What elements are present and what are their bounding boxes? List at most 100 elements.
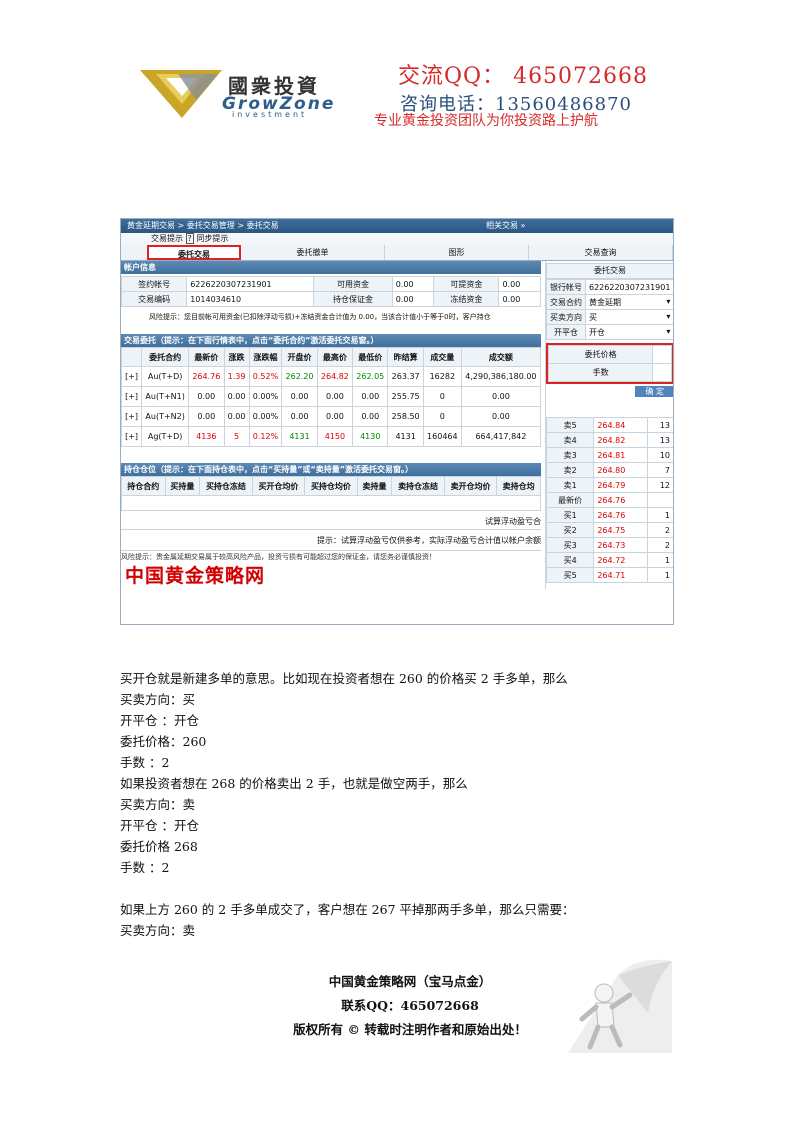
tab-cancel[interactable]: 委托撤单 bbox=[241, 245, 385, 260]
quote-label: 最新价 bbox=[545, 492, 595, 508]
market-cell[interactable]: Au(T+N2) bbox=[141, 406, 190, 427]
sync-link[interactable]: 同步提示 bbox=[196, 234, 228, 243]
logo-emblem-icon bbox=[140, 70, 222, 118]
quote-row: 卖1 264.79 12 bbox=[545, 477, 673, 493]
quote-volume: 1 bbox=[646, 552, 673, 568]
market-header-row: 委托合约 最新价 涨跌 涨跌幅 开盘价 最高价 最低价 昨结算 成交量 成交额 bbox=[121, 347, 542, 367]
label: 银行帐号 bbox=[546, 279, 586, 295]
value: 6226220307231901 bbox=[186, 276, 315, 292]
market-cell: 0.00 bbox=[281, 386, 318, 407]
column-header: 买持仓冻结 bbox=[199, 476, 253, 496]
market-cell: 0 bbox=[422, 386, 462, 407]
contact-qq: 交流QQ： 465072668 bbox=[398, 64, 649, 89]
market-row[interactable]: [+] Au(T+D) 264.76 1.39 0.52% 262.20 264.82 262… bbox=[121, 366, 542, 387]
label: 手数 bbox=[547, 363, 654, 382]
market-title: 交易委托（提示：在下面行情表中，点击“委托合约”激活委托交易窗。） bbox=[121, 334, 541, 347]
label: 委托价格 bbox=[547, 345, 654, 364]
market-cell[interactable]: Ag(T+D) bbox=[141, 426, 190, 447]
chevron-down-icon: ▾ bbox=[666, 326, 671, 336]
label: 可用资金 bbox=[313, 276, 393, 292]
quote-label: 卖1 bbox=[545, 477, 595, 493]
column-header: 卖持仓均 bbox=[496, 476, 541, 496]
expand-toggle[interactable]: [+] bbox=[121, 426, 143, 447]
market-cell: 4136 bbox=[188, 426, 225, 447]
expand-toggle[interactable]: [+] bbox=[121, 406, 143, 427]
confirm-button[interactable]: 确 定 bbox=[635, 386, 673, 397]
market-row[interactable]: [+] Au(T+N2) 0.00 0.00 0.00% 0.00 0.00 0.00 258.… bbox=[121, 406, 542, 427]
contract-select[interactable]: 黄金延期 ▾ bbox=[584, 294, 673, 310]
paragraph: 如果投资者想在 268 的价格卖出 2 手，也就是做空两手，那么 bbox=[120, 776, 468, 791]
column-header: 涨跌幅 bbox=[248, 347, 283, 367]
text-line: 手数 ：2 bbox=[120, 755, 170, 770]
pnl-tip: 提示：试算浮动盈亏仅供参考，实际浮动盈亏合计值以帐户余额 bbox=[317, 536, 541, 545]
market-cell: 1.39 bbox=[223, 366, 250, 387]
market-cell: 0.00 bbox=[352, 406, 389, 427]
trading-screenshot: 黄金延期交易 > 委托交易管理 > 委托交易 相关交易 » 交易提示 ? 同步提… bbox=[120, 218, 674, 625]
tips-link[interactable]: 交易提示 bbox=[151, 234, 183, 243]
position-table: 持仓合约 买持量 买持仓冻结 买开仓均价 买持仓均价 卖持量 卖持仓冻结 卖开仓均价 卖持仓均 bbox=[121, 476, 541, 511]
label: 交易编码 bbox=[121, 291, 188, 307]
column-header: 卖开仓均价 bbox=[443, 476, 498, 496]
order-form: 银行帐号 6226220307231901 交易合约 黄金延期 ▾ 买卖方向买 ▾ 开平… bbox=[546, 279, 673, 340]
market-cell: 0.00 bbox=[352, 386, 389, 407]
open-close-select[interactable]: 开仓 ▾ bbox=[584, 324, 673, 340]
label: 开平仓 bbox=[546, 324, 586, 340]
expand-toggle[interactable]: [+] bbox=[121, 366, 143, 387]
quote-volume: 10 bbox=[646, 447, 673, 463]
market-cell: 0.00 bbox=[188, 406, 225, 427]
column-header: 最高价 bbox=[316, 347, 354, 367]
quote-price: 264.79 bbox=[593, 477, 648, 493]
market-cell: 0.00% bbox=[248, 386, 283, 407]
market-row[interactable]: [+] Ag(T+D) 4136 5 0.12% 4131 4150 4130 4131 1604… bbox=[121, 426, 542, 447]
quote-price: 264.82 bbox=[593, 432, 648, 448]
value: 0.00 bbox=[391, 276, 435, 292]
logo-subtitle: investment bbox=[232, 110, 308, 119]
quote-price: 264.73 bbox=[593, 537, 648, 553]
logo: 國衆投資 GrowZone investment bbox=[136, 64, 374, 120]
footer-line: 联系QQ：465072668 bbox=[341, 998, 479, 1013]
tab-query[interactable]: 交易查询 bbox=[529, 245, 673, 260]
tab-entrust[interactable]: 委托交易 bbox=[147, 245, 241, 260]
column-header: 买开仓均价 bbox=[251, 476, 306, 496]
bank-account-field: 6226220307231901 bbox=[584, 279, 673, 295]
chevron-down-icon: ▾ bbox=[666, 296, 671, 306]
tab-chart[interactable]: 图形 bbox=[385, 245, 529, 260]
column-header: 买持仓均价 bbox=[304, 476, 358, 496]
qty-input[interactable] bbox=[652, 363, 672, 382]
label: 签约帐号 bbox=[121, 276, 188, 292]
quote-label: 卖2 bbox=[545, 462, 595, 478]
position-header-row: 持仓合约 买持量 买持仓冻结 买开仓均价 买持仓均价 卖持量 卖持仓冻结 卖开仓均价 卖持仓均 bbox=[121, 476, 541, 496]
market-cell: 0.00 bbox=[460, 406, 542, 427]
quote-volume bbox=[646, 492, 673, 508]
market-cell: 5 bbox=[223, 426, 250, 447]
quote-volume: 2 bbox=[646, 537, 673, 553]
market-cell: 0.00 bbox=[460, 386, 542, 407]
expand-toggle[interactable]: [+] bbox=[121, 386, 143, 407]
market-cell[interactable]: Au(T+D) bbox=[141, 366, 190, 387]
footer-line: 版权所有 © 转载时注明作者和原始出处！ bbox=[293, 1022, 527, 1037]
quote-table: 卖5 264.84 13 卖4 264.82 13 卖3 264.81 10 卖2 264.80 7 卖… bbox=[545, 417, 673, 583]
quote-label: 买5 bbox=[545, 567, 595, 583]
market-cell: 0 bbox=[422, 406, 462, 427]
market-cell: 258.50 bbox=[387, 406, 424, 427]
price-input[interactable] bbox=[652, 345, 672, 364]
quote-price: 264.76 bbox=[593, 507, 648, 523]
value: 0.00 bbox=[498, 276, 541, 292]
market-row[interactable]: [+] Au(T+N1) 0.00 0.00 0.00% 0.00 0.00 0.00 255.… bbox=[121, 386, 542, 407]
quote-volume: 2 bbox=[646, 522, 673, 538]
direction-select[interactable]: 买 ▾ bbox=[584, 309, 673, 325]
column-header: 成交额 bbox=[460, 347, 542, 367]
quote-label: 买4 bbox=[545, 552, 595, 568]
pnl-note: 试算浮动盈亏合 bbox=[121, 515, 541, 530]
quote-row: 卖3 264.81 10 bbox=[545, 447, 673, 463]
text-line: 买卖方向：卖 bbox=[120, 797, 196, 812]
quote-row: 卖4 264.82 13 bbox=[545, 432, 673, 448]
market-cell: 264.82 bbox=[316, 366, 354, 387]
market-cell[interactable]: Au(T+N1) bbox=[141, 386, 190, 407]
market-cell: 4130 bbox=[352, 426, 389, 447]
risk-footer: 风险提示：贵金属延期交易属于较高风险产品，投资亏损有可能超过您的保证金，请您务必… bbox=[121, 550, 541, 563]
related-link[interactable]: 相关交易 » bbox=[486, 219, 525, 233]
market-cell: 4,290,386,180.00 bbox=[460, 366, 542, 387]
quote-price: 264.71 bbox=[593, 567, 648, 583]
quote-price: 264.75 bbox=[593, 522, 648, 538]
